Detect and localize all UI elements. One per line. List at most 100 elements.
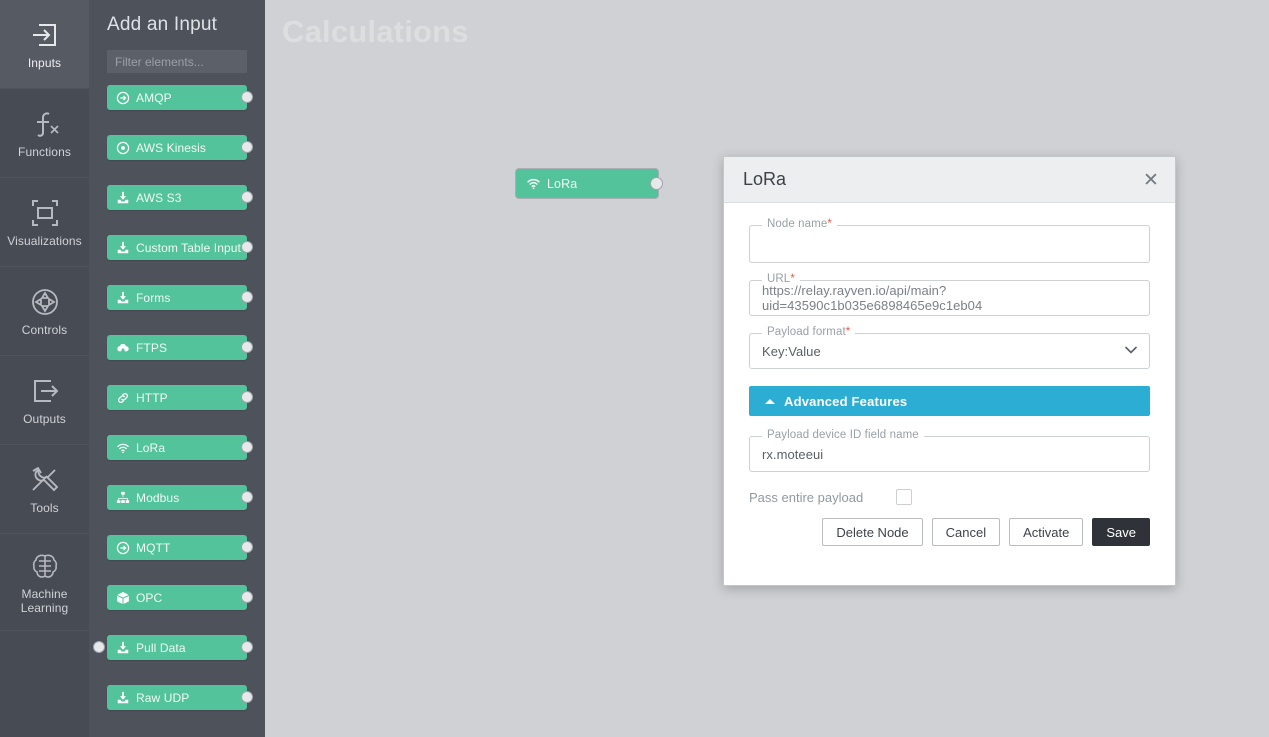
field-url: URL* https://relay.rayven.io/api/main?ui… (749, 273, 1150, 316)
rail-item-inputs[interactable]: Inputs (0, 0, 89, 89)
rail-label: Controls (21, 322, 68, 337)
advanced-features-toggle[interactable]: Advanced Features (749, 386, 1150, 416)
rail-item-tools[interactable]: Tools (0, 445, 89, 534)
activate-button[interactable]: Activate (1009, 518, 1084, 546)
rail-label: Inputs (27, 55, 62, 70)
element-label: Raw UDP (136, 690, 190, 705)
list-item: Raw UDP (89, 685, 265, 735)
panel-title: Add an Input (107, 14, 218, 35)
element-chip-custom-table-input[interactable]: Custom Table Input (107, 235, 247, 260)
element-list: AMQP AWS Kinesis AWS S3 Custom Table Inp… (89, 85, 265, 735)
legend-text: Payload format (767, 326, 846, 338)
list-item: Pull Data (89, 635, 265, 685)
output-port[interactable] (241, 491, 253, 503)
modal-body: Node name* URL* https://relay.rayven.io/… (724, 203, 1175, 546)
rail-item-visualizations[interactable]: Visualizations (0, 178, 89, 267)
field-payload-format: Payload format* Key:Value (749, 326, 1150, 369)
output-port[interactable] (241, 691, 253, 703)
node-output-port[interactable] (650, 177, 663, 190)
save-button[interactable]: Save (1092, 518, 1150, 546)
element-label: LoRa (136, 440, 166, 455)
pass-entire-payload-checkbox[interactable] (896, 489, 913, 505)
canvas-node-lora[interactable]: LoRa (515, 168, 663, 199)
legend-text: Payload device ID field name (767, 429, 919, 441)
payload-format-select[interactable]: Key:Value (749, 333, 1150, 369)
close-icon[interactable]: ✕ (1139, 168, 1163, 192)
inputs-icon (29, 19, 61, 51)
caret-up-icon (765, 398, 775, 404)
field-legend: Node name* (762, 218, 837, 230)
list-item: MQTT (89, 535, 265, 585)
element-chip-raw-udp[interactable]: Raw UDP (107, 685, 247, 710)
element-chip-amqp[interactable]: AMQP (107, 85, 247, 110)
field-node-name: Node name* (749, 218, 1150, 263)
outputs-icon (29, 375, 61, 407)
list-item: Forms (89, 285, 265, 335)
output-port[interactable] (241, 141, 253, 153)
output-port[interactable] (241, 441, 253, 453)
url-input[interactable]: https://relay.rayven.io/api/main?uid=435… (749, 280, 1150, 316)
download-inbox-icon (116, 191, 130, 205)
node-name-input[interactable] (749, 225, 1150, 263)
element-chip-mqtt[interactable]: MQTT (107, 535, 247, 560)
element-chip-modbus[interactable]: Modbus (107, 485, 247, 510)
tools-icon (29, 464, 61, 496)
pass-entire-payload-label: Pass entire payload (749, 489, 864, 505)
download-inbox-icon (116, 241, 130, 255)
output-port[interactable] (241, 191, 253, 203)
element-chip-opc[interactable]: OPC (107, 585, 247, 610)
rail-label: Machine Learning (20, 586, 69, 615)
output-port[interactable] (241, 391, 253, 403)
element-chip-ftps[interactable]: FTPS (107, 335, 247, 360)
legend-text: URL (767, 273, 791, 285)
element-label: OPC (136, 590, 163, 605)
element-chip-lora[interactable]: LoRa (107, 435, 247, 460)
element-chip-forms[interactable]: Forms (107, 285, 247, 310)
payload-device-id-input[interactable]: rx.moteeui (749, 436, 1150, 472)
element-label: Custom Table Input (136, 240, 241, 255)
output-port[interactable] (241, 541, 253, 553)
arrow-circle-right-icon (116, 91, 130, 105)
rail-label: Outputs (23, 411, 66, 426)
element-chip-pull-data[interactable]: Pull Data (107, 635, 247, 660)
output-port[interactable] (241, 91, 253, 103)
field-legend: Payload format* (762, 326, 856, 338)
output-port[interactable] (241, 241, 253, 253)
delete-node-button[interactable]: Delete Node (822, 518, 923, 546)
output-port[interactable] (241, 341, 253, 353)
input-port[interactable] (93, 641, 105, 653)
add-input-panel: Add an Input AMQP AWS Kinesis (89, 0, 265, 737)
element-label: MQTT (136, 540, 171, 555)
output-port[interactable] (241, 641, 253, 653)
rail-item-machine-learning[interactable]: Machine Learning (0, 534, 89, 631)
modal-actions: Delete Node Cancel Activate Save (749, 518, 1150, 546)
field-value: rx.moteeui (762, 446, 824, 462)
rail-item-controls[interactable]: Controls (0, 267, 89, 356)
arrow-circle-right-icon (116, 541, 130, 555)
field-payload-device-id: Payload device ID field name rx.moteeui (749, 429, 1150, 472)
rail-item-functions[interactable]: Functions (0, 89, 89, 178)
output-port[interactable] (241, 291, 253, 303)
cancel-button[interactable]: Cancel (931, 518, 1001, 546)
filter-elements-input[interactable] (107, 50, 247, 73)
element-label: Forms (136, 290, 171, 305)
legend-text: Node name (767, 218, 828, 230)
rail-label: Visualizations (7, 233, 82, 248)
element-label: Pull Data (136, 640, 186, 655)
required-mark: * (827, 218, 832, 230)
rail-item-outputs[interactable]: Outputs (0, 356, 89, 445)
dot-circle-icon (116, 141, 130, 155)
output-port[interactable] (241, 591, 253, 603)
visualizations-icon (29, 197, 61, 229)
field-value: https://relay.rayven.io/api/main?uid=435… (762, 283, 983, 313)
element-chip-aws-s3[interactable]: AWS S3 (107, 185, 247, 210)
element-chip-http[interactable]: HTTP (107, 385, 247, 410)
machine-learning-icon (29, 550, 61, 582)
list-item: OPC (89, 585, 265, 635)
list-item: HTTP (89, 385, 265, 435)
wifi-icon (116, 441, 130, 455)
element-label: AWS S3 (136, 190, 182, 205)
node-config-modal: LoRa ✕ Node name* URL* https://relay.ray… (723, 156, 1176, 586)
field-legend: URL* (762, 273, 800, 285)
element-chip-aws-kinesis[interactable]: AWS Kinesis (107, 135, 247, 160)
